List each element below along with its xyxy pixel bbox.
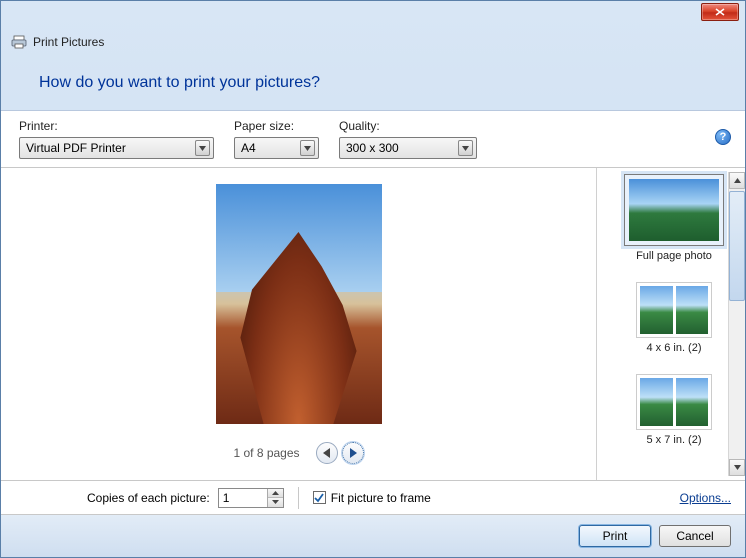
paper-size-value: A4 bbox=[241, 141, 256, 155]
printer-icon bbox=[11, 35, 27, 49]
fit-to-frame-label: Fit picture to frame bbox=[331, 491, 431, 505]
layout-label: 4 x 6 in. (2) bbox=[646, 342, 701, 354]
quality-combo[interactable]: 300 x 300 bbox=[339, 137, 477, 159]
options-link[interactable]: Options... bbox=[680, 491, 731, 505]
scroll-up-button[interactable] bbox=[729, 172, 745, 189]
layout-thumb bbox=[624, 174, 724, 246]
window-header: Print Pictures bbox=[1, 29, 745, 55]
copies-spinner[interactable] bbox=[218, 488, 284, 508]
next-page-button[interactable] bbox=[342, 442, 364, 464]
checkbox-box bbox=[313, 491, 326, 504]
divider bbox=[298, 487, 299, 509]
paper-size-group: Paper size: A4 bbox=[234, 119, 319, 159]
layout-thumb bbox=[636, 282, 712, 338]
copies-label: Copies of each picture: bbox=[87, 491, 210, 505]
prev-page-button[interactable] bbox=[316, 442, 338, 464]
spin-down-button[interactable] bbox=[268, 498, 283, 507]
check-icon bbox=[314, 493, 324, 503]
copies-input[interactable] bbox=[219, 489, 267, 507]
footer: Print Cancel bbox=[1, 515, 745, 557]
cancel-button[interactable]: Cancel bbox=[659, 525, 731, 547]
layouts-pane: Full page photo 4 x 6 in. (2) 5 x 7 in. … bbox=[597, 168, 745, 480]
copies-bar: Copies of each picture: Fit picture to f… bbox=[1, 481, 745, 515]
printer-combo[interactable]: Virtual PDF Printer bbox=[19, 137, 214, 159]
printer-group: Printer: Virtual PDF Printer bbox=[19, 119, 214, 159]
print-button[interactable]: Print bbox=[579, 525, 651, 547]
window-title: Print Pictures bbox=[33, 35, 104, 49]
paper-size-combo[interactable]: A4 bbox=[234, 137, 319, 159]
controls-bar: Printer: Virtual PDF Printer Paper size:… bbox=[1, 111, 745, 168]
scroll-down-button[interactable] bbox=[729, 459, 745, 476]
pager-text: 1 of 8 pages bbox=[233, 446, 299, 460]
layout-4x6[interactable]: 4 x 6 in. (2) bbox=[607, 282, 741, 354]
layout-label: 5 x 7 in. (2) bbox=[646, 434, 701, 446]
print-pictures-window: Print Pictures How do you want to print … bbox=[0, 0, 746, 558]
layout-thumb bbox=[636, 374, 712, 430]
preview-image bbox=[216, 184, 382, 424]
printer-label: Printer: bbox=[19, 119, 214, 133]
quality-label: Quality: bbox=[339, 119, 477, 133]
scroll-track[interactable] bbox=[729, 301, 745, 459]
layout-5x7[interactable]: 5 x 7 in. (2) bbox=[607, 374, 741, 446]
fit-to-frame-checkbox[interactable]: Fit picture to frame bbox=[313, 491, 431, 505]
close-button[interactable] bbox=[701, 3, 739, 21]
preview-pane: 1 of 8 pages bbox=[1, 168, 597, 480]
chevron-down-icon bbox=[458, 140, 473, 156]
question-text: How do you want to print your pictures? bbox=[39, 74, 320, 92]
titlebar bbox=[1, 1, 745, 29]
close-icon bbox=[715, 8, 725, 16]
quality-group: Quality: 300 x 300 bbox=[339, 119, 477, 159]
mid-row: 1 of 8 pages Full page photo 4 x 6 in. bbox=[1, 168, 745, 481]
help-icon[interactable]: ? bbox=[715, 129, 731, 145]
paper-size-label: Paper size: bbox=[234, 119, 319, 133]
layouts-scrollbar[interactable] bbox=[728, 172, 745, 476]
chevron-left-icon bbox=[323, 448, 331, 458]
spin-up-button[interactable] bbox=[268, 489, 283, 499]
chevron-right-icon bbox=[349, 448, 357, 458]
chevron-down-icon bbox=[195, 140, 210, 156]
layout-label: Full page photo bbox=[636, 250, 712, 262]
quality-value: 300 x 300 bbox=[346, 141, 399, 155]
pager-row: 1 of 8 pages bbox=[233, 442, 363, 464]
chevron-down-icon bbox=[300, 140, 315, 156]
question-band: How do you want to print your pictures? bbox=[1, 55, 745, 111]
scroll-thumb[interactable] bbox=[729, 191, 745, 301]
printer-value: Virtual PDF Printer bbox=[26, 141, 126, 155]
layout-full-page[interactable]: Full page photo bbox=[607, 174, 741, 262]
